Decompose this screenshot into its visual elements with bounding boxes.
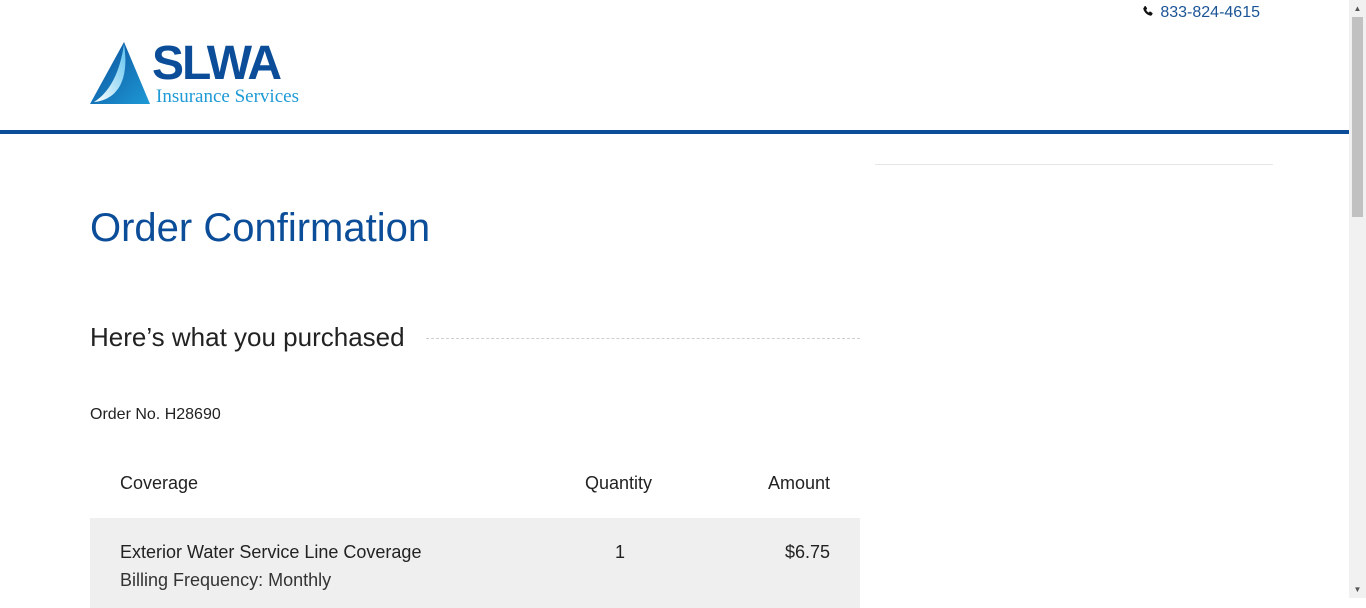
table-header: Coverage Quantity Amount	[90, 466, 860, 500]
table-row: Exterior Water Service Line Coverage Bil…	[90, 518, 860, 608]
column-header-coverage: Coverage	[120, 473, 199, 493]
scroll-down-arrow-icon[interactable]: ▼	[1349, 581, 1366, 598]
order-number: Order No. H28690	[90, 406, 221, 423]
header-divider	[0, 130, 1349, 134]
column-header-amount: Amount	[767, 473, 830, 493]
scroll-up-arrow-icon[interactable]: ▲	[1349, 0, 1366, 17]
scrollbar-thumb[interactable]	[1352, 17, 1363, 217]
site-logo[interactable]: SLWA Insurance Services	[90, 37, 320, 108]
order-table: Coverage Quantity Amount Exterior Water …	[90, 466, 860, 608]
purchase-section-header: Here’s what you purchased	[90, 320, 860, 354]
amount-value: $6.75	[784, 542, 830, 562]
phone-link[interactable]: 833-824-4615	[1142, 4, 1260, 22]
billing-frequency: Billing Frequency: Monthly	[120, 570, 332, 590]
section-title: Here’s what you purchased	[90, 322, 405, 352]
phone-icon	[1142, 4, 1154, 22]
phone-number[interactable]: 833-824-4615	[1160, 4, 1260, 22]
page-title: Order Confirmation	[90, 206, 431, 250]
page: 833-824-4615 SLWA Insurance Services Ord…	[0, 0, 1349, 608]
vertical-scrollbar[interactable]: ▲ ▼	[1349, 0, 1366, 598]
quantity-value: 1	[615, 542, 626, 562]
section-divider	[426, 338, 860, 339]
sail-logo-icon	[90, 42, 150, 104]
coverage-name: Exterior Water Service Line Coverage	[120, 542, 422, 562]
column-header-quantity: Quantity	[585, 473, 653, 493]
logo-wordmark: SLWA	[152, 37, 282, 90]
sidebar-divider	[875, 164, 1273, 165]
site-header: 833-824-4615 SLWA Insurance Services	[0, 0, 1349, 130]
logo-subtitle: Insurance Services	[156, 86, 299, 107]
